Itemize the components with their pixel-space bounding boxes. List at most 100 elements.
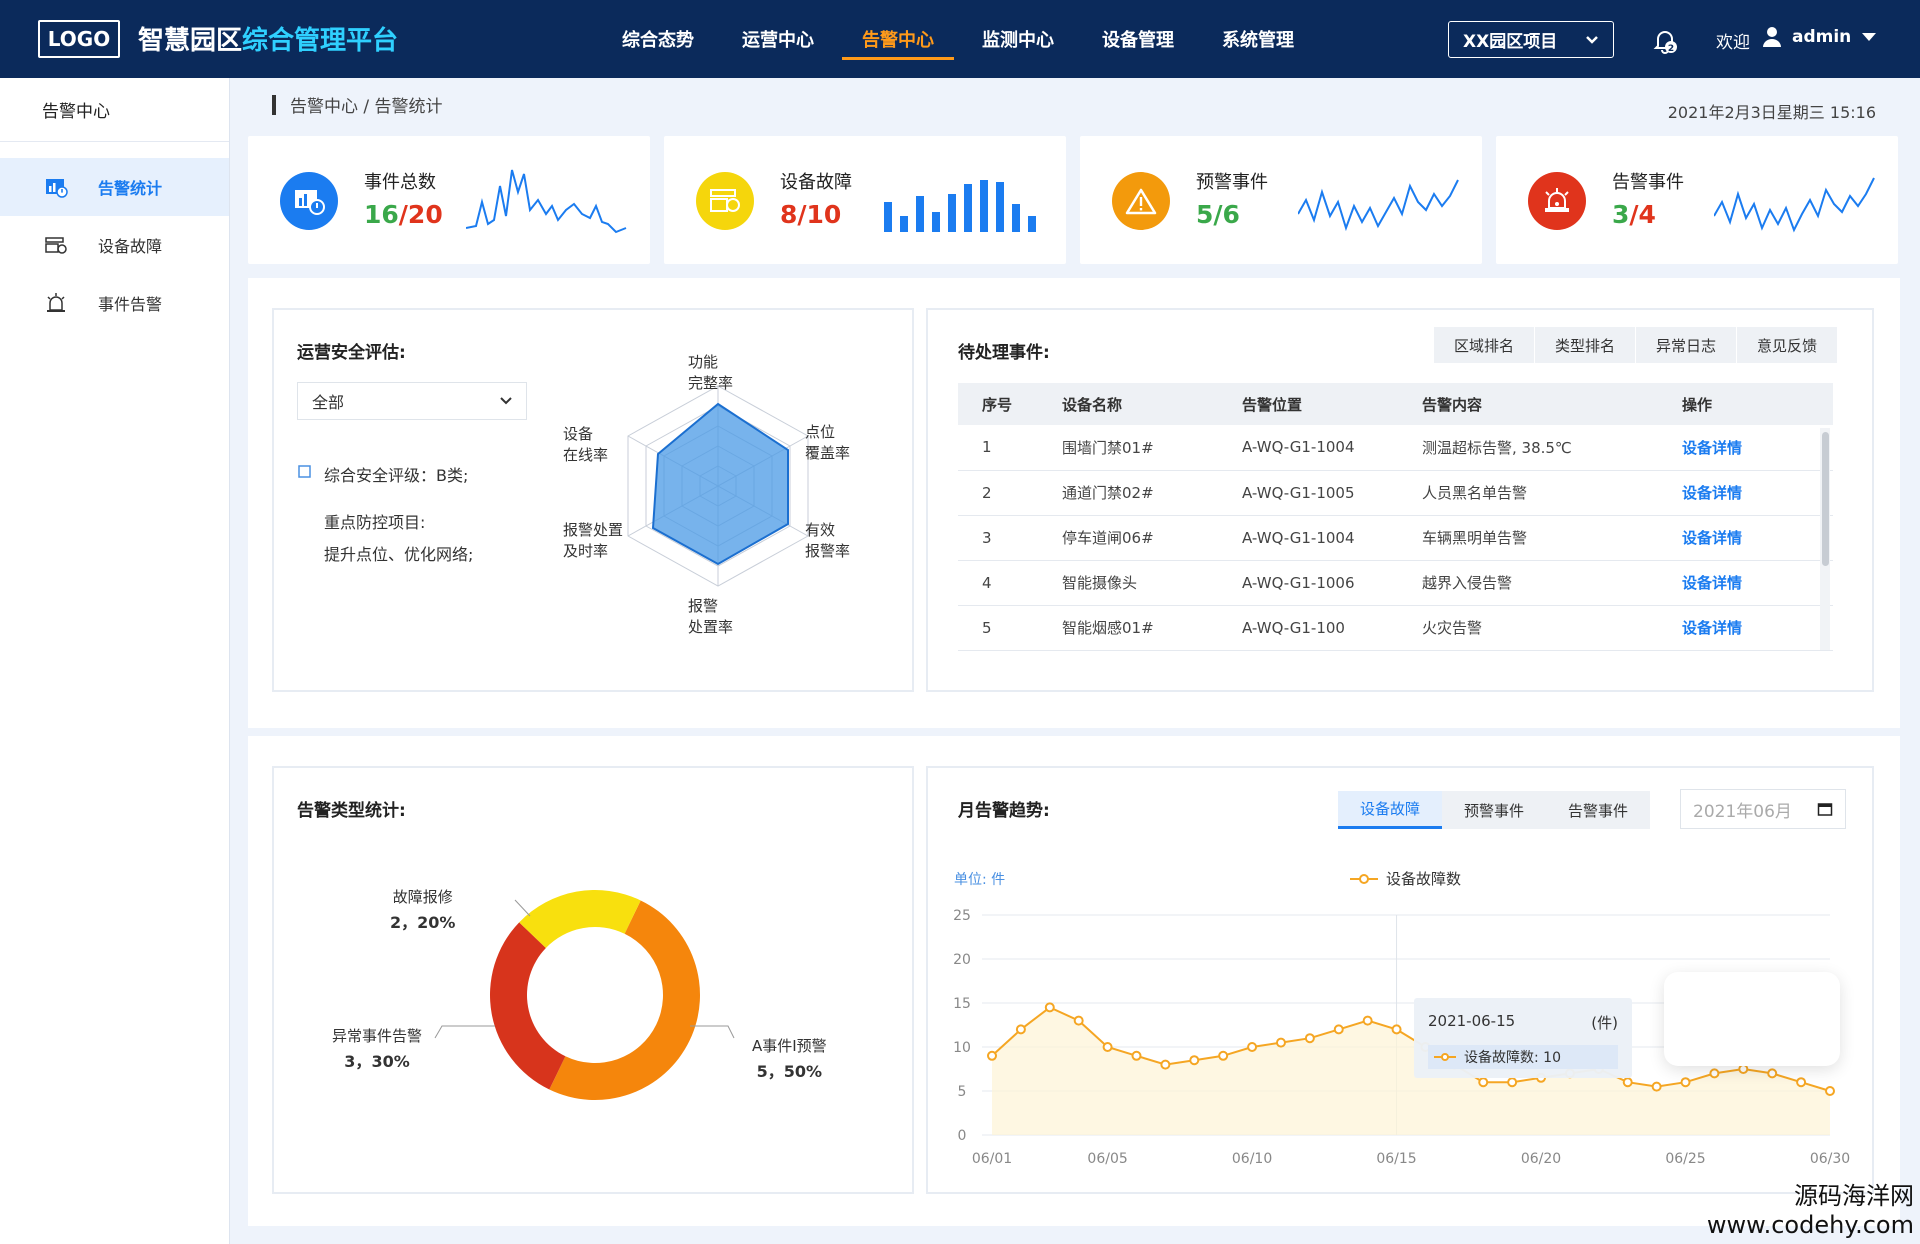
data-point <box>1275 1037 1286 1048</box>
data-point <box>1044 1002 1055 1013</box>
device-detail-link[interactable]: 设备详情 <box>1658 560 1833 606</box>
y-tick-label: 0 <box>958 1128 967 1144</box>
cell-location: A-WQ-G1-1006 <box>1218 560 1398 606</box>
sidebar-item-event-alarm[interactable]: 事件告警 <box>0 274 229 332</box>
stat-current: 16 <box>364 200 399 229</box>
chart-legend[interactable]: 设备故障数 <box>1350 868 1461 889</box>
data-point <box>1102 1042 1113 1052</box>
data-point <box>1391 1024 1402 1035</box>
tab-type-rank[interactable]: 类型排名 <box>1535 327 1637 363</box>
logo[interactable]: LOGO <box>38 20 120 58</box>
col-action: 操作 <box>1658 383 1833 425</box>
stat-card-alarm-event[interactable]: 告警事件 3/4 <box>1496 136 1898 264</box>
sidebar-item-device-fault[interactable]: 设备故障 <box>0 216 229 274</box>
stat-card-warning-event[interactable]: 预警事件 5/6 <box>1080 136 1482 264</box>
event-total-icon <box>280 172 338 230</box>
data-point <box>1247 1042 1258 1052</box>
cell-location: A-WQ-G1-1004 <box>1218 425 1398 471</box>
unit-label: 单位: 件 <box>954 872 1006 888</box>
radar-label-text: 处置率 <box>688 618 734 636</box>
sparkbars <box>884 180 1036 232</box>
region-select[interactable]: 全部 <box>297 382 527 420</box>
checkbox-icon[interactable] <box>298 465 312 479</box>
table-scrollbar-thumb[interactable] <box>1822 432 1829 566</box>
nav-monitor[interactable]: 监测中心 <box>958 0 1078 78</box>
tab-device-fault[interactable]: 设备故障 <box>1338 791 1442 829</box>
data-point <box>1622 1077 1633 1088</box>
radar-label-text: 报警处置 <box>563 521 624 539</box>
cell-location: A-WQ-G1-1004 <box>1218 515 1398 561</box>
stat-card-event-total[interactable]: 事件总数 16/20 <box>248 136 650 264</box>
nav-alarm-center[interactable]: 告警中心 <box>838 0 958 78</box>
donut-slices <box>489 890 700 1100</box>
x-tick-label: 06/25 <box>1665 1151 1705 1167</box>
cell-index: 5 <box>958 605 1038 651</box>
y-tick-label: 5 <box>958 1084 967 1100</box>
x-tick-label: 06/30 <box>1810 1151 1850 1167</box>
stat-label: 预警事件 <box>1196 172 1268 193</box>
tooltip-header: 2021-06-15 (件) <box>1428 1012 1618 1033</box>
legend-label: 设备故障数 <box>1386 870 1462 888</box>
safety-rating: 综合安全评级：B类; <box>324 466 469 485</box>
user-menu[interactable]: admin <box>1762 26 1877 48</box>
nav-operation[interactable]: 运营中心 <box>718 0 838 78</box>
radar-label-timely: 报警处置 及时率 <box>563 520 623 562</box>
stat-card-device-fault[interactable]: 设备故障 8/10 <box>664 136 1066 264</box>
tab-region-rank[interactable]: 区域排名 <box>1434 327 1536 363</box>
device-detail-link[interactable]: 设备详情 <box>1658 470 1833 516</box>
siren-icon <box>1528 172 1586 230</box>
donut-slice <box>489 922 566 1090</box>
device-detail-link[interactable]: 设备详情 <box>1658 605 1833 651</box>
project-select-value: XX园区项目 <box>1463 32 1558 52</box>
data-point <box>1738 1064 1749 1074</box>
breadcrumb-text[interactable]: 告警中心 / 告警统计 <box>290 92 443 117</box>
data-point <box>1304 1033 1315 1044</box>
cell-content: 车辆黑明单告警 <box>1398 515 1658 561</box>
nav-overview[interactable]: 综合态势 <box>598 0 718 78</box>
device-detail-link[interactable]: 设备详情 <box>1658 515 1833 561</box>
nav-system[interactable]: 系统管理 <box>1198 0 1318 78</box>
alarm-stats-icon <box>46 179 68 198</box>
y-tick-label: 25 <box>953 908 971 924</box>
stat-total: /10 <box>797 200 842 229</box>
sidebar-item-label: 设备故障 <box>98 237 163 256</box>
data-point <box>1825 1086 1835 1096</box>
slice-name: 异常事件告警 <box>332 1027 423 1045</box>
event-alarm-icon <box>47 293 65 312</box>
floating-card <box>1664 972 1840 1066</box>
cell-location: A-WQ-G1-1005 <box>1218 470 1398 516</box>
tab-alarm-event[interactable]: 告警事件 <box>1546 791 1650 829</box>
slice-percent: 30% <box>371 1052 410 1071</box>
data-point <box>1709 1068 1720 1079</box>
sidebar-item-alarm-stats[interactable]: 告警统计 <box>0 158 229 216</box>
trend-tabs: 设备故障 预警事件 告警事件 <box>1338 791 1650 829</box>
sidebar-item-label: 事件告警 <box>98 295 163 314</box>
device-detail-link[interactable]: 设备详情 <box>1658 425 1833 471</box>
col-content: 告警内容 <box>1398 383 1658 425</box>
tab-warning-event[interactable]: 预警事件 <box>1442 791 1546 829</box>
notification-bell-icon[interactable]: 2 <box>1650 26 1680 56</box>
leader-line <box>434 1025 495 1039</box>
slice-name: A事件I预警 <box>752 1037 827 1055</box>
table-row: 4 智能摄像头 A-WQ-G1-1006 越界入侵告警 设备详情 <box>958 560 1833 606</box>
alarm-type-title: 告警类型统计: <box>297 801 406 821</box>
y-tick-label: 20 <box>953 952 971 968</box>
nav-device[interactable]: 设备管理 <box>1078 0 1198 78</box>
stat-label: 事件总数 <box>364 172 436 193</box>
project-select[interactable]: XX园区项目 <box>1448 21 1614 58</box>
slice-value: 2，20% <box>390 913 456 932</box>
data-point <box>1189 1055 1200 1066</box>
data-point <box>1218 1050 1229 1061</box>
x-tick-label: 06/20 <box>1521 1151 1561 1167</box>
month-picker[interactable]: 2021年06月 <box>1680 789 1846 829</box>
tab-exception-log[interactable]: 异常日志 <box>1636 327 1738 363</box>
radar-label-text: 设备 <box>563 425 594 443</box>
table-row: 1 围墙门禁01# A-WQ-G1-1004 测温超标告警, 38.5℃ 设备详… <box>958 425 1833 471</box>
data-point <box>987 1050 997 1061</box>
y-tick-label: 15 <box>953 996 971 1012</box>
col-index: 序号 <box>958 383 1038 425</box>
leader-line <box>514 899 531 917</box>
radar-label-valid-alarm: 有效 报警率 <box>805 520 850 562</box>
tab-feedback[interactable]: 意见反馈 <box>1737 327 1839 363</box>
sparkline <box>466 169 627 234</box>
